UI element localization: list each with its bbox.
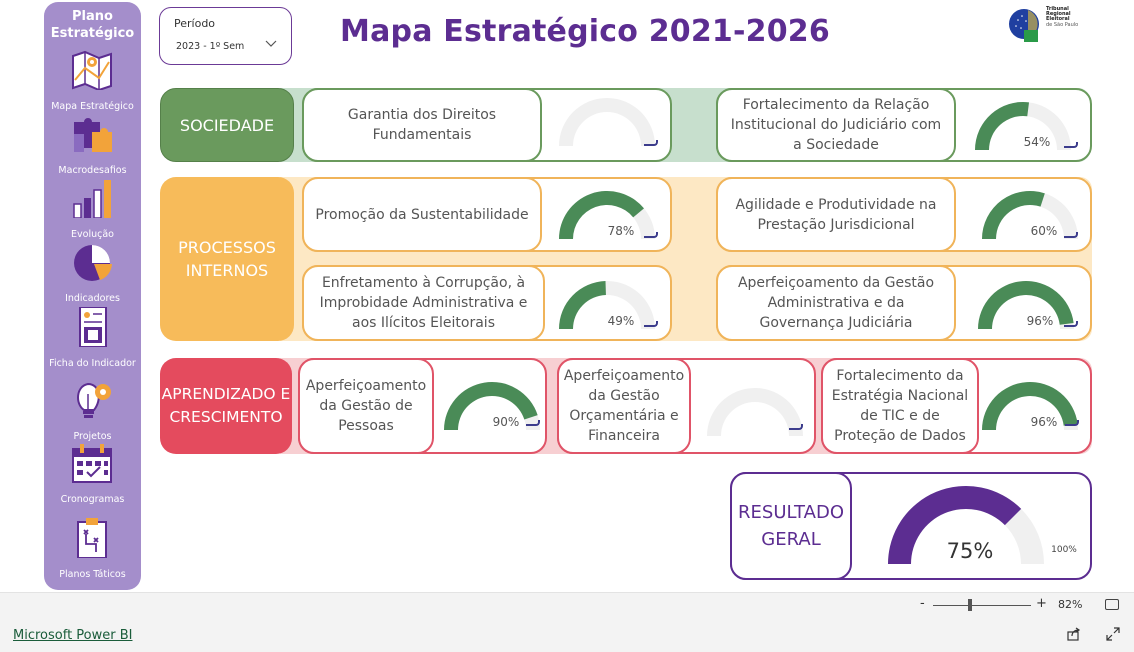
objective-gauge: 54% xyxy=(973,100,1073,152)
gauge-fill xyxy=(559,281,606,329)
gauge-fill xyxy=(975,102,1030,150)
objective-card[interactable]: Fortalecimento da Estratégia Nacional de… xyxy=(821,358,1092,454)
corner-icon xyxy=(644,140,658,146)
fit-to-page-icon[interactable] xyxy=(1105,599,1119,610)
gauge-value: 60% xyxy=(1031,224,1058,238)
period-filter-label: Período xyxy=(174,17,216,30)
globe-emblem-icon xyxy=(1009,9,1039,42)
objective-card[interactable]: Agilidade e Produtividade na Prestação J… xyxy=(716,177,1092,252)
perspective-label-aprendizado: APRENDIZADO E CRESCIMENTO xyxy=(160,358,292,454)
bottom-bar: Microsoft Power BI xyxy=(0,616,1134,652)
objective-title: Aperfeiçoamento da Gestão Administrativa… xyxy=(716,265,956,341)
zoom-slider-thumb[interactable] xyxy=(968,599,972,611)
clipboard-icon xyxy=(77,518,107,558)
sidebar-item-cronogramas[interactable]: Cronogramas xyxy=(44,443,141,505)
sidebar-item-projetos[interactable]: Projetos xyxy=(44,380,141,442)
period-filter-value[interactable]: 2023 - 1º Sem xyxy=(176,41,244,52)
corner-icon xyxy=(644,321,658,327)
pie-chart-icon xyxy=(74,245,112,281)
sidebar-item-label: Macrodesafios xyxy=(58,165,127,176)
lightbulb-gear-icon xyxy=(77,382,111,418)
zoom-out-button[interactable]: - xyxy=(920,596,925,611)
objective-card[interactable]: Promoção da Sustentabilidade 78% xyxy=(302,177,672,252)
objective-title: Aperfeiçoamento da Gestão de Pessoas xyxy=(298,358,434,454)
sidebar-item-mapa-estrategico[interactable]: Mapa Estratégico xyxy=(44,50,141,112)
period-filter[interactable]: Período 2023 - 1º Sem xyxy=(159,7,292,65)
report-sheet-icon xyxy=(79,307,107,347)
tre-sp-logo: Tribunal Regional Eleitoral de São Paulo xyxy=(1008,6,1080,46)
chevron-down-icon[interactable] xyxy=(264,39,278,49)
perspective-label-processos: PROCESSOS INTERNOS xyxy=(160,177,294,341)
objective-title: Fortalecimento da Relação Institucional … xyxy=(716,88,956,162)
resultado-gauge: 75% 100% xyxy=(886,484,1077,566)
zoom-in-button[interactable]: + xyxy=(1036,596,1047,611)
objective-card[interactable]: Fortalecimento da Relação Institucional … xyxy=(716,88,1092,162)
expand-icon[interactable] xyxy=(1106,627,1120,641)
sidebar-title: Plano Estratégico xyxy=(50,9,135,41)
resultado-label: RESULTADO GERAL xyxy=(730,472,852,580)
objective-title: Aperfeiçoamento da Gestão Orçamentária e… xyxy=(557,358,691,454)
objective-title: Enfretamento à Corrupção, à Improbidade … xyxy=(302,265,545,341)
zoom-bar: - + 82% xyxy=(0,592,1134,616)
objective-title: Agilidade e Produtividade na Prestação J… xyxy=(716,177,956,252)
objective-gauge: 96% xyxy=(976,279,1076,331)
gauge-value: 75% xyxy=(947,539,994,563)
sidebar-nav: Plano Estratégico Mapa Estratégico Macro… xyxy=(44,2,141,590)
bar-chart-icon xyxy=(73,180,111,218)
objective-card[interactable]: Enfretamento à Corrupção, à Improbidade … xyxy=(302,265,672,341)
gauge-value: 90% xyxy=(493,415,520,429)
powerbi-link[interactable]: Microsoft Power BI xyxy=(13,628,132,643)
gauge-track xyxy=(559,98,655,146)
objective-card[interactable]: Aperfeiçoamento da Gestão Administrativa… xyxy=(716,265,1092,341)
gauge-fill xyxy=(444,382,538,430)
gauge-value: 96% xyxy=(1027,314,1054,328)
objective-title: Fortalecimento da Estratégia Nacional de… xyxy=(821,358,979,454)
calendar-icon xyxy=(72,444,112,483)
sidebar-item-macrodesafios[interactable]: Macrodesafios xyxy=(44,114,141,176)
sidebar-item-label: Ficha do Indicador xyxy=(49,358,136,369)
zoom-slider-track[interactable] xyxy=(933,605,1031,606)
gauge-value: 96% xyxy=(1031,415,1058,429)
sidebar-item-label: Planos Táticos xyxy=(59,569,126,580)
map-icon xyxy=(72,50,112,90)
gauge-value: 49% xyxy=(608,314,635,328)
gauge-value: 54% xyxy=(1024,135,1051,149)
gauge-max-label: 100% xyxy=(1051,545,1077,555)
page-title: Mapa Estratégico 2021-2026 xyxy=(340,14,830,49)
objective-gauge xyxy=(705,386,805,438)
report-canvas: Plano Estratégico Mapa Estratégico Macro… xyxy=(0,0,1134,652)
sidebar-item-label: Cronogramas xyxy=(60,494,125,505)
corner-icon xyxy=(644,232,658,238)
objective-gauge: 49% xyxy=(557,279,657,331)
objective-gauge xyxy=(557,96,657,148)
corner-icon xyxy=(1065,420,1079,426)
gauge-value: 78% xyxy=(608,224,635,238)
objective-card[interactable]: Garantia dos Direitos Fundamentais xyxy=(302,88,672,162)
corner-icon xyxy=(526,420,540,426)
objective-title: Promoção da Sustentabilidade xyxy=(302,177,542,252)
sidebar-item-ficha-indicador[interactable]: Ficha do Indicador xyxy=(44,307,141,369)
puzzle-icon xyxy=(74,118,112,152)
share-icon[interactable] xyxy=(1067,627,1081,641)
objective-card[interactable]: Aperfeiçoamento da Gestão Orçamentária e… xyxy=(557,358,816,454)
objective-title: Garantia dos Direitos Fundamentais xyxy=(302,88,542,162)
corner-icon xyxy=(789,424,803,430)
sidebar-item-planos-taticos[interactable]: Planos Táticos xyxy=(44,518,141,580)
corner-icon xyxy=(1064,232,1078,238)
perspective-label-sociedade: SOCIEDADE xyxy=(160,88,294,162)
corner-icon xyxy=(1064,142,1078,148)
objective-gauge: 78% xyxy=(557,189,657,241)
sidebar-item-label: Mapa Estratégico xyxy=(51,101,134,112)
sidebar-item-evolucao[interactable]: Evolução xyxy=(44,178,141,240)
zoom-level: 82% xyxy=(1058,598,1083,611)
corner-icon xyxy=(1064,321,1078,327)
sidebar-item-label: Evolução xyxy=(71,229,114,240)
resultado-card[interactable]: RESULTADO GERAL 75% 100% xyxy=(730,472,1092,580)
sidebar-item-label: Indicadores xyxy=(65,293,120,304)
sidebar-item-indicadores[interactable]: Indicadores xyxy=(44,242,141,304)
sidebar-item-label: Projetos xyxy=(73,431,112,442)
objective-card[interactable]: Aperfeiçoamento da Gestão de Pessoas 90% xyxy=(298,358,547,454)
